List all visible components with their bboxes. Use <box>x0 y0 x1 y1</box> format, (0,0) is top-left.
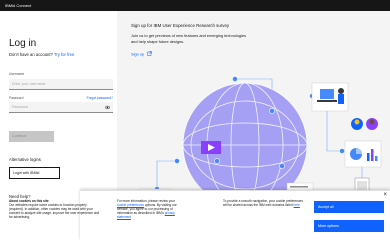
cookie-col-2: For more information, please review your… <box>117 199 185 219</box>
cookie-col-1: About cookies on this site Our websites … <box>9 199 101 219</box>
cookie-text-3: To provide a smooth navigation, your coo… <box>223 199 303 208</box>
eye-icon[interactable] <box>105 105 110 110</box>
password-placeholder: Password <box>12 105 28 109</box>
cookie-domains-link[interactable]: here <box>294 203 300 207</box>
survey-text: Join us to get previews of new features … <box>131 33 247 44</box>
cookie-text-1: Our websites require some cookies to fun… <box>9 203 100 220</box>
close-icon[interactable]: × <box>383 192 387 198</box>
continue-button[interactable]: Continue <box>9 131 54 142</box>
no-account-label: Don't have an account? <box>9 52 53 57</box>
password-label: Password <box>9 96 24 100</box>
login-with-ibmid-button[interactable]: Login with IBMid <box>9 167 60 179</box>
username-label: Username <box>9 72 25 76</box>
alternative-logins-label: Alternative logins <box>9 157 41 162</box>
username-input[interactable]: Enter your username <box>9 79 113 90</box>
external-link-icon <box>147 51 153 56</box>
top-bar: IBMid Connect <box>0 0 390 11</box>
username-placeholder: Enter your username <box>12 82 46 86</box>
cookie-banner: × About cookies on this site Our website… <box>9 190 390 240</box>
no-account-text: Don't have an account? Try for free <box>9 52 74 57</box>
signup-label: Sign up <box>131 51 145 57</box>
survey-title: Sign up for IBM User Experience Research… <box>131 23 230 28</box>
password-input[interactable]: Password <box>9 102 113 113</box>
page-title: Log in <box>9 38 37 49</box>
try-free-link[interactable]: Try for free <box>54 52 74 57</box>
forgot-password-link[interactable]: Forgot password? <box>87 96 113 100</box>
cookie-col-3: To provide a smooth navigation, your coo… <box>223 199 303 207</box>
accept-all-button[interactable]: Accept all <box>314 201 384 213</box>
more-options-button[interactable]: More options <box>314 220 384 232</box>
survey-signup-link[interactable]: Sign up <box>131 51 153 57</box>
app-title: IBMid Connect <box>5 3 32 8</box>
